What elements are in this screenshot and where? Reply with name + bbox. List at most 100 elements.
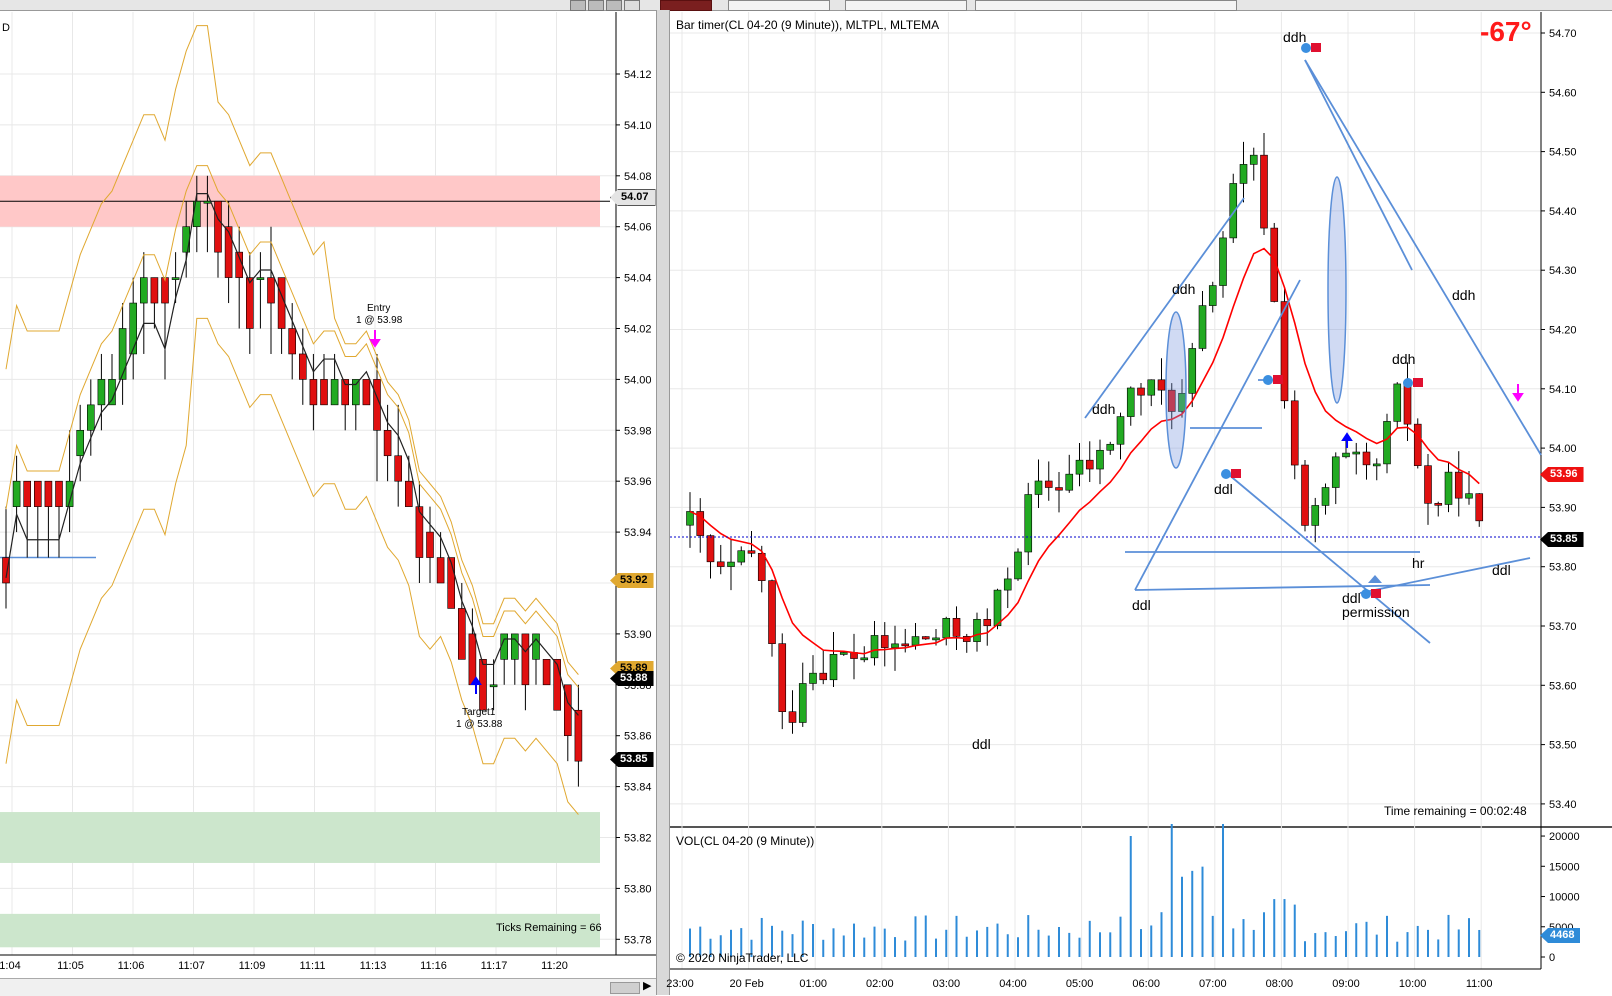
right-candle-down [1280, 301, 1289, 402]
right-candle-up [1024, 494, 1033, 553]
right-candle-down [1403, 383, 1412, 425]
left-candle-up [171, 277, 180, 280]
permission-arrow-icon [1368, 575, 1382, 583]
right-candle-down [768, 580, 776, 644]
left-candle-up [330, 379, 339, 406]
right-time-tick-label: 02:00 [866, 978, 894, 990]
left-time-tick-label: 11:07 [178, 960, 205, 972]
left-price-tick-label: 53.98 [624, 425, 652, 437]
left-candle-up [500, 633, 509, 660]
left-time-tick-label: 11:05 [57, 960, 84, 972]
right-candle-up [1219, 237, 1227, 286]
right-price-tick-label: 54.40 [1549, 206, 1577, 218]
left-price-tick-label: 54.08 [624, 171, 652, 183]
left-price-tick-label: 54.12 [624, 69, 652, 81]
annotation-permission: permission [1342, 604, 1410, 620]
right-price-tick-label: 54.50 [1549, 147, 1577, 159]
volume-tick-label: 20000 [1549, 831, 1580, 843]
right-time-tick-label: 04:00 [999, 978, 1027, 990]
volume-title: VOL(CL 04-20 (9 Minute)) [676, 834, 815, 848]
right-time-tick-label: 05:00 [1066, 978, 1094, 990]
pivot-square-icon [1413, 378, 1423, 387]
left-candle-down [267, 277, 275, 304]
right-candle-up [942, 617, 951, 639]
right-time-tick-label: 06:00 [1132, 978, 1160, 990]
volume-tick-label: 0 [1549, 952, 1555, 964]
right-candle-down [1085, 459, 1094, 470]
volume-flag: 4468 [1540, 928, 1581, 943]
left-candle-down [362, 379, 371, 406]
right-price-tick-label: 53.90 [1549, 502, 1577, 514]
left-price-tick-label: 53.96 [624, 476, 652, 488]
left-candle-up [510, 633, 519, 660]
left-candle-up [12, 480, 21, 507]
left-time-tick-label: 11:09 [239, 960, 266, 972]
right-candle-up [1065, 473, 1074, 491]
right-candle-up [870, 635, 879, 659]
price-flag-last-right: 53.85 [1540, 532, 1584, 547]
left-candle-up [532, 633, 540, 660]
right-candle-up [1116, 416, 1125, 445]
right-candle-up [1003, 578, 1012, 591]
left-candle-up [118, 328, 127, 380]
left-candle-down [553, 659, 562, 711]
left-price-tick-label: 54.00 [624, 374, 652, 386]
bollinger-lower-band [5, 317, 579, 815]
right-time-tick-label: 23:00 [666, 978, 694, 990]
annotation-ddl-e: ddl [1492, 562, 1511, 578]
trend-line [1134, 279, 1301, 591]
right-price-tick-label: 54.30 [1549, 265, 1577, 277]
left-candle-down [150, 277, 159, 304]
copyright-label: © 2020 NinjaTrader, LLC [676, 951, 809, 965]
right-time-tick-label: 11:00 [1466, 978, 1493, 990]
left-time-tick-label: 11:11 [300, 960, 326, 972]
right-candle-down [1454, 471, 1463, 499]
trend-angle-label: -67° [1480, 16, 1532, 47]
right-candle-up [1311, 505, 1320, 526]
right-candle-up [1147, 379, 1156, 396]
right-candle-up [1383, 421, 1391, 465]
right-candle-down [1362, 451, 1371, 466]
right-candle-up [993, 589, 1002, 627]
right-candle-down [1475, 493, 1484, 522]
left-time-tick-label: 1:04 [0, 960, 21, 972]
annotation-ddh-d: ddh [1452, 287, 1476, 303]
left-candle-down [309, 379, 318, 406]
right-price-tick-label: 54.60 [1549, 87, 1577, 99]
left-price-tick-label: 54.10 [624, 120, 652, 132]
price-flag-ema: 53.96 [1540, 467, 1584, 482]
right-candle-down [901, 643, 910, 647]
left-chart-corner-label: D [2, 22, 10, 34]
right-candle-down [880, 635, 889, 648]
demand-zone [0, 812, 600, 863]
right-candle-up [1352, 451, 1361, 455]
right-time-tick-label: 07:00 [1199, 978, 1227, 990]
right-candle-up [1014, 551, 1022, 580]
ticks-remaining-label: Ticks Remaining = 66 [496, 922, 602, 934]
right-price-tick-label: 53.40 [1549, 799, 1577, 811]
right-price-tick-label: 53.80 [1549, 562, 1577, 574]
left-candle-up [129, 302, 137, 355]
right-candle-up [686, 511, 694, 526]
left-candle-down [55, 480, 63, 507]
right-candle-up [839, 652, 848, 655]
left-candle-down [542, 659, 551, 686]
left-candle-down [447, 557, 456, 609]
right-candle-up [737, 550, 746, 563]
buy-arrow-icon [1341, 432, 1353, 448]
right-candle-down [706, 535, 715, 563]
right-time-tick-label: 10:00 [1399, 978, 1427, 990]
left-candle-down [436, 557, 445, 584]
pivot-square-icon [1311, 43, 1321, 52]
left-candle-down [468, 633, 477, 686]
right-candle-down [1055, 487, 1063, 491]
right-price-tick-label: 54.70 [1549, 28, 1577, 40]
right-candle-down [1413, 423, 1422, 466]
right-candle-up [1188, 348, 1197, 394]
left-price-tick-label: 53.80 [624, 883, 652, 895]
left-candle-down [23, 480, 32, 507]
left-candle-down [394, 455, 403, 482]
left-candle-up [203, 200, 212, 204]
left-price-tick-label: 53.84 [624, 782, 652, 794]
right-candle-up [891, 643, 899, 648]
